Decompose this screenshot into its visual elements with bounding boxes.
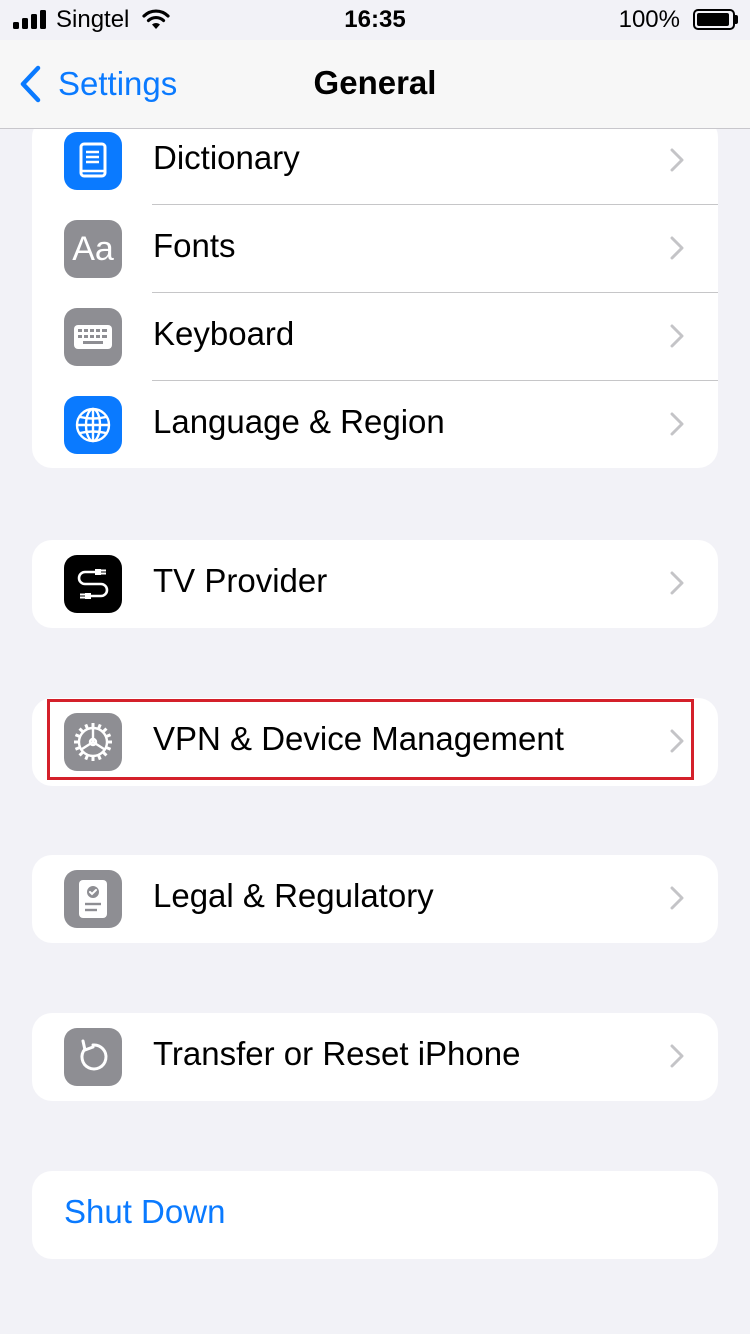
row-label: VPN & Device Management <box>153 720 564 757</box>
tv-provider-icon <box>64 555 122 613</box>
gear-icon <box>64 713 122 771</box>
certificate-icon <box>64 870 122 928</box>
chevron-right-icon <box>670 148 684 172</box>
row-language-region[interactable]: Language & Region <box>32 381 718 468</box>
keyboard-icon <box>64 308 122 366</box>
row-label: Dictionary <box>153 139 300 176</box>
chevron-right-icon <box>670 1044 684 1068</box>
battery-percentage: 100% <box>618 6 680 33</box>
navigation-bar: Settings General <box>0 40 750 129</box>
globe-icon <box>64 396 122 454</box>
chevron-right-icon <box>670 729 684 753</box>
chevron-right-icon <box>670 236 684 260</box>
row-label: Transfer or Reset iPhone <box>153 1035 521 1072</box>
row-legal-regulatory[interactable]: Legal & Regulatory <box>32 855 718 943</box>
row-fonts[interactable]: Aa Fonts <box>32 205 718 293</box>
status-bar: Singtel 16:35 100% <box>0 0 750 40</box>
shut-down-button[interactable]: Shut Down <box>32 1171 718 1259</box>
battery-icon <box>693 9 738 30</box>
row-label: Keyboard <box>153 315 295 352</box>
book-icon <box>64 132 122 190</box>
reset-icon <box>64 1028 122 1086</box>
settings-group-legal: Legal & Regulatory <box>32 855 718 943</box>
chevron-right-icon <box>670 412 684 436</box>
row-label: Fonts <box>153 227 236 264</box>
row-tv-provider[interactable]: TV Provider <box>32 540 718 628</box>
chevron-right-icon <box>670 886 684 910</box>
row-vpn-device-management[interactable]: VPN & Device Management <box>32 698 718 786</box>
row-dictionary[interactable]: Dictionary <box>32 117 718 205</box>
shut-down-label: Shut Down <box>64 1193 226 1230</box>
settings-group-vpn: VPN & Device Management <box>32 698 718 786</box>
row-label: TV Provider <box>153 562 328 599</box>
row-label: Language & Region <box>153 403 445 440</box>
settings-group-language: Dictionary Aa Fonts Keyboard Language & … <box>32 117 718 468</box>
settings-group-shutdown: Shut Down <box>32 1171 718 1259</box>
row-transfer-reset[interactable]: Transfer or Reset iPhone <box>32 1013 718 1101</box>
settings-group-reset: Transfer or Reset iPhone <box>32 1013 718 1101</box>
fonts-aa-icon: Aa <box>64 220 122 278</box>
chevron-right-icon <box>670 571 684 595</box>
row-keyboard[interactable]: Keyboard <box>32 293 718 381</box>
row-label: Legal & Regulatory <box>153 877 434 914</box>
settings-group-tv: TV Provider <box>32 540 718 628</box>
page-title: General <box>313 64 437 101</box>
chevron-right-icon <box>670 324 684 348</box>
